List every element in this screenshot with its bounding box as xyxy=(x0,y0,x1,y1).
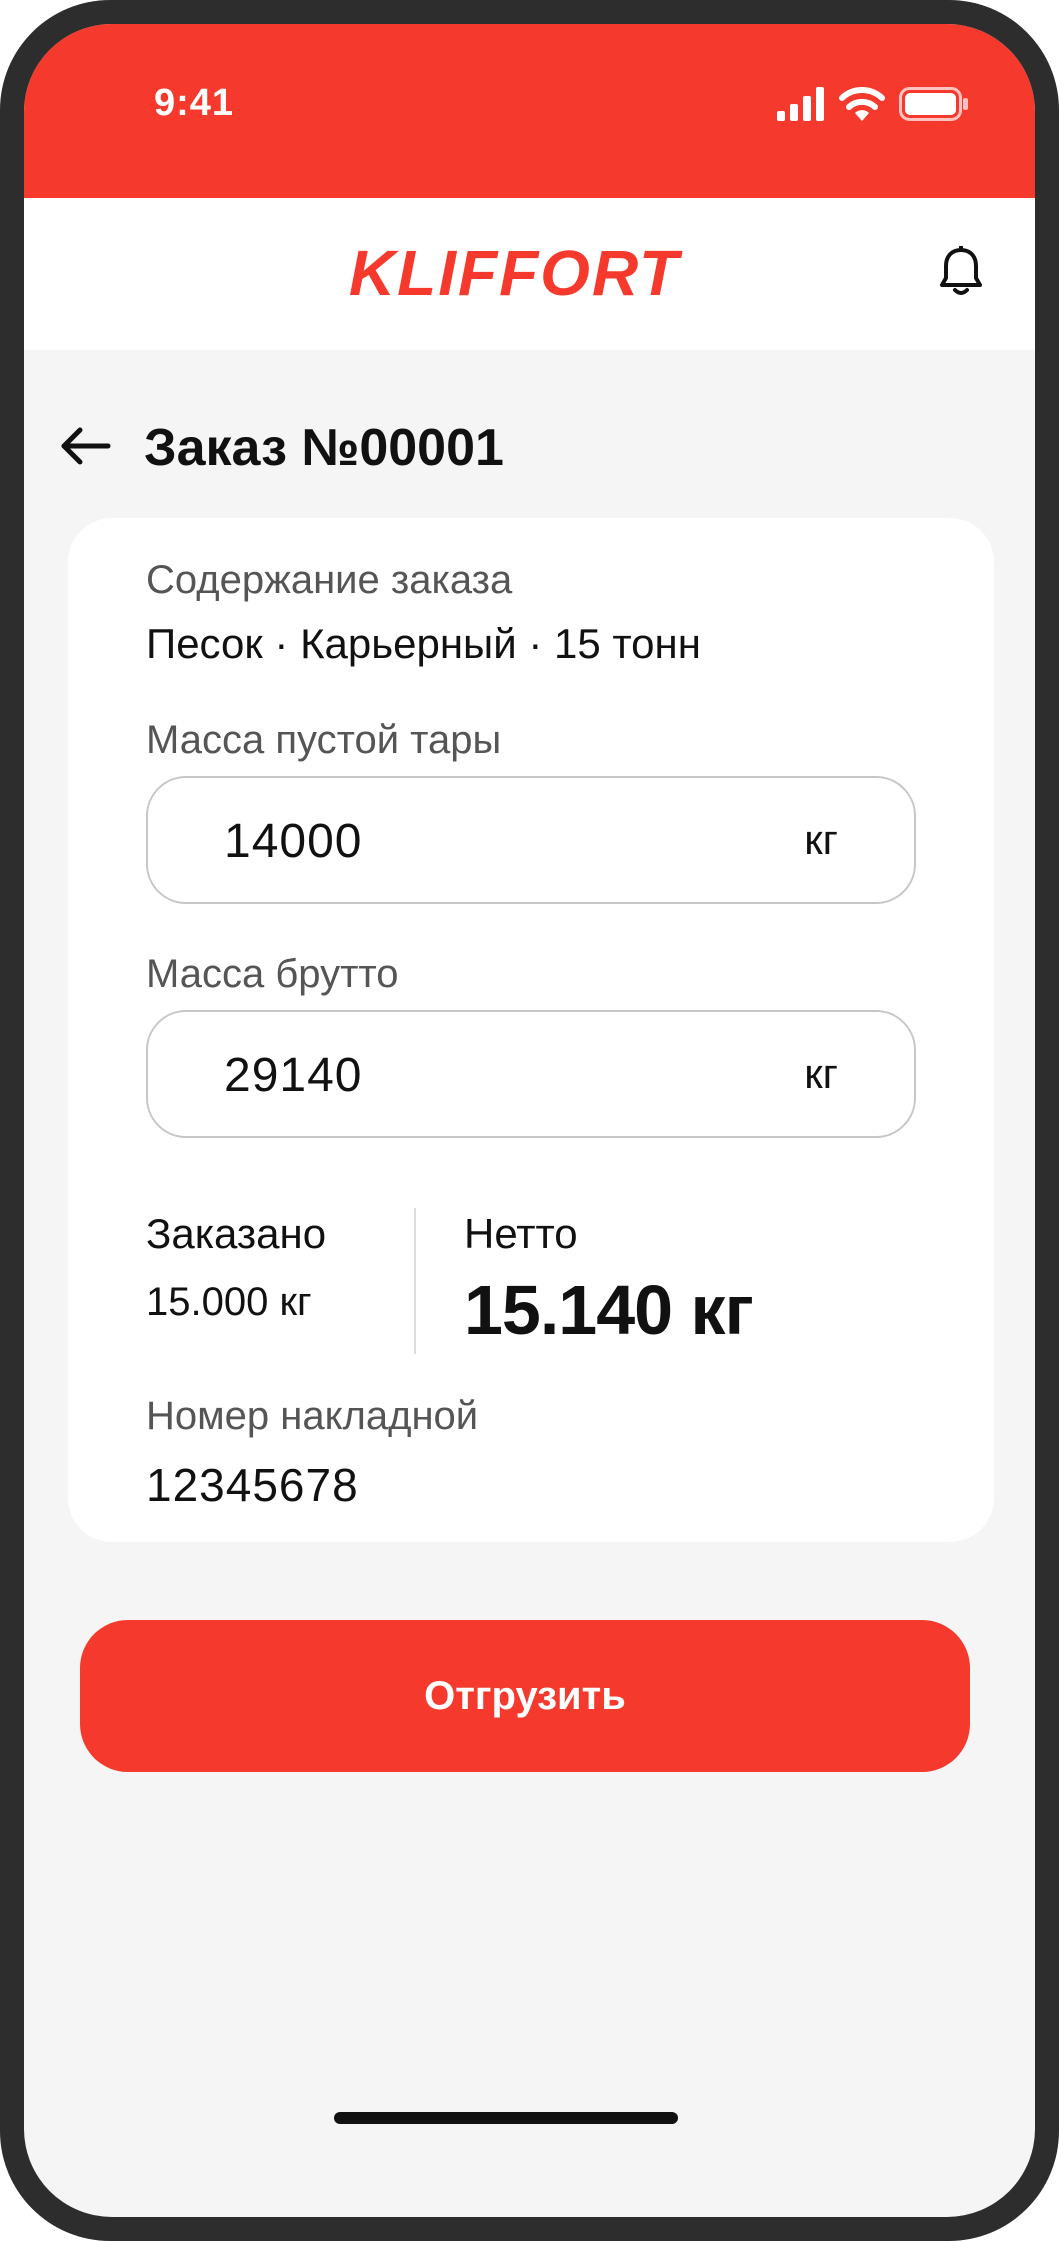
tare-weight-value: 14000 xyxy=(224,815,363,868)
wifi-icon xyxy=(839,87,885,121)
order-contents-label: Содержание заказа xyxy=(146,558,513,602)
gross-weight-label: Масса брутто xyxy=(146,952,399,996)
cellular-signal-icon xyxy=(777,87,825,121)
tare-weight-field[interactable]: 14000 кг xyxy=(146,776,916,904)
tare-weight-label: Масса пустой тары xyxy=(146,718,502,762)
gross-weight-value: 29140 xyxy=(224,1049,363,1102)
page-title: Заказ №00001 xyxy=(144,419,504,477)
tare-weight-unit: кг xyxy=(804,816,838,863)
net-weight-label: Нетто xyxy=(464,1210,578,1257)
bell-icon xyxy=(939,243,983,303)
status-icons xyxy=(777,84,969,124)
status-time: 9:41 xyxy=(154,82,235,124)
title-row: Заказ №00001 xyxy=(56,412,504,484)
home-indicator xyxy=(334,2112,678,2124)
ordered-value: 15.000 кг xyxy=(146,1280,312,1324)
waybill-number-value: 12345678 xyxy=(146,1459,359,1511)
notifications-button[interactable] xyxy=(931,243,991,304)
battery-icon xyxy=(899,87,969,121)
net-weight-value: 15.140 кг xyxy=(464,1271,754,1349)
arrow-left-icon xyxy=(60,426,112,471)
order-contents-value: Песок · Карьерный · 15 тонн xyxy=(146,620,701,667)
gross-weight-unit: кг xyxy=(804,1050,838,1097)
ship-button[interactable]: Отгрузить xyxy=(80,1620,970,1772)
brand-logo: KLIFFORT xyxy=(348,237,681,309)
back-button[interactable] xyxy=(56,418,116,478)
phone-frame: 9:41 KLIFFORT Заказ №00001 Содержание за… xyxy=(0,0,1059,2241)
order-card: Содержание заказа Песок · Карьерный · 15… xyxy=(68,518,994,1542)
app-header: KLIFFORT xyxy=(24,198,1035,350)
status-bar: 9:41 xyxy=(24,24,1035,198)
ordered-label: Заказано xyxy=(146,1210,327,1257)
summary-divider xyxy=(414,1208,416,1354)
gross-weight-field[interactable]: 29140 кг xyxy=(146,1010,916,1138)
waybill-number-label: Номер накладной xyxy=(146,1394,479,1438)
screen: 9:41 KLIFFORT Заказ №00001 Содержание за… xyxy=(24,24,1035,2217)
